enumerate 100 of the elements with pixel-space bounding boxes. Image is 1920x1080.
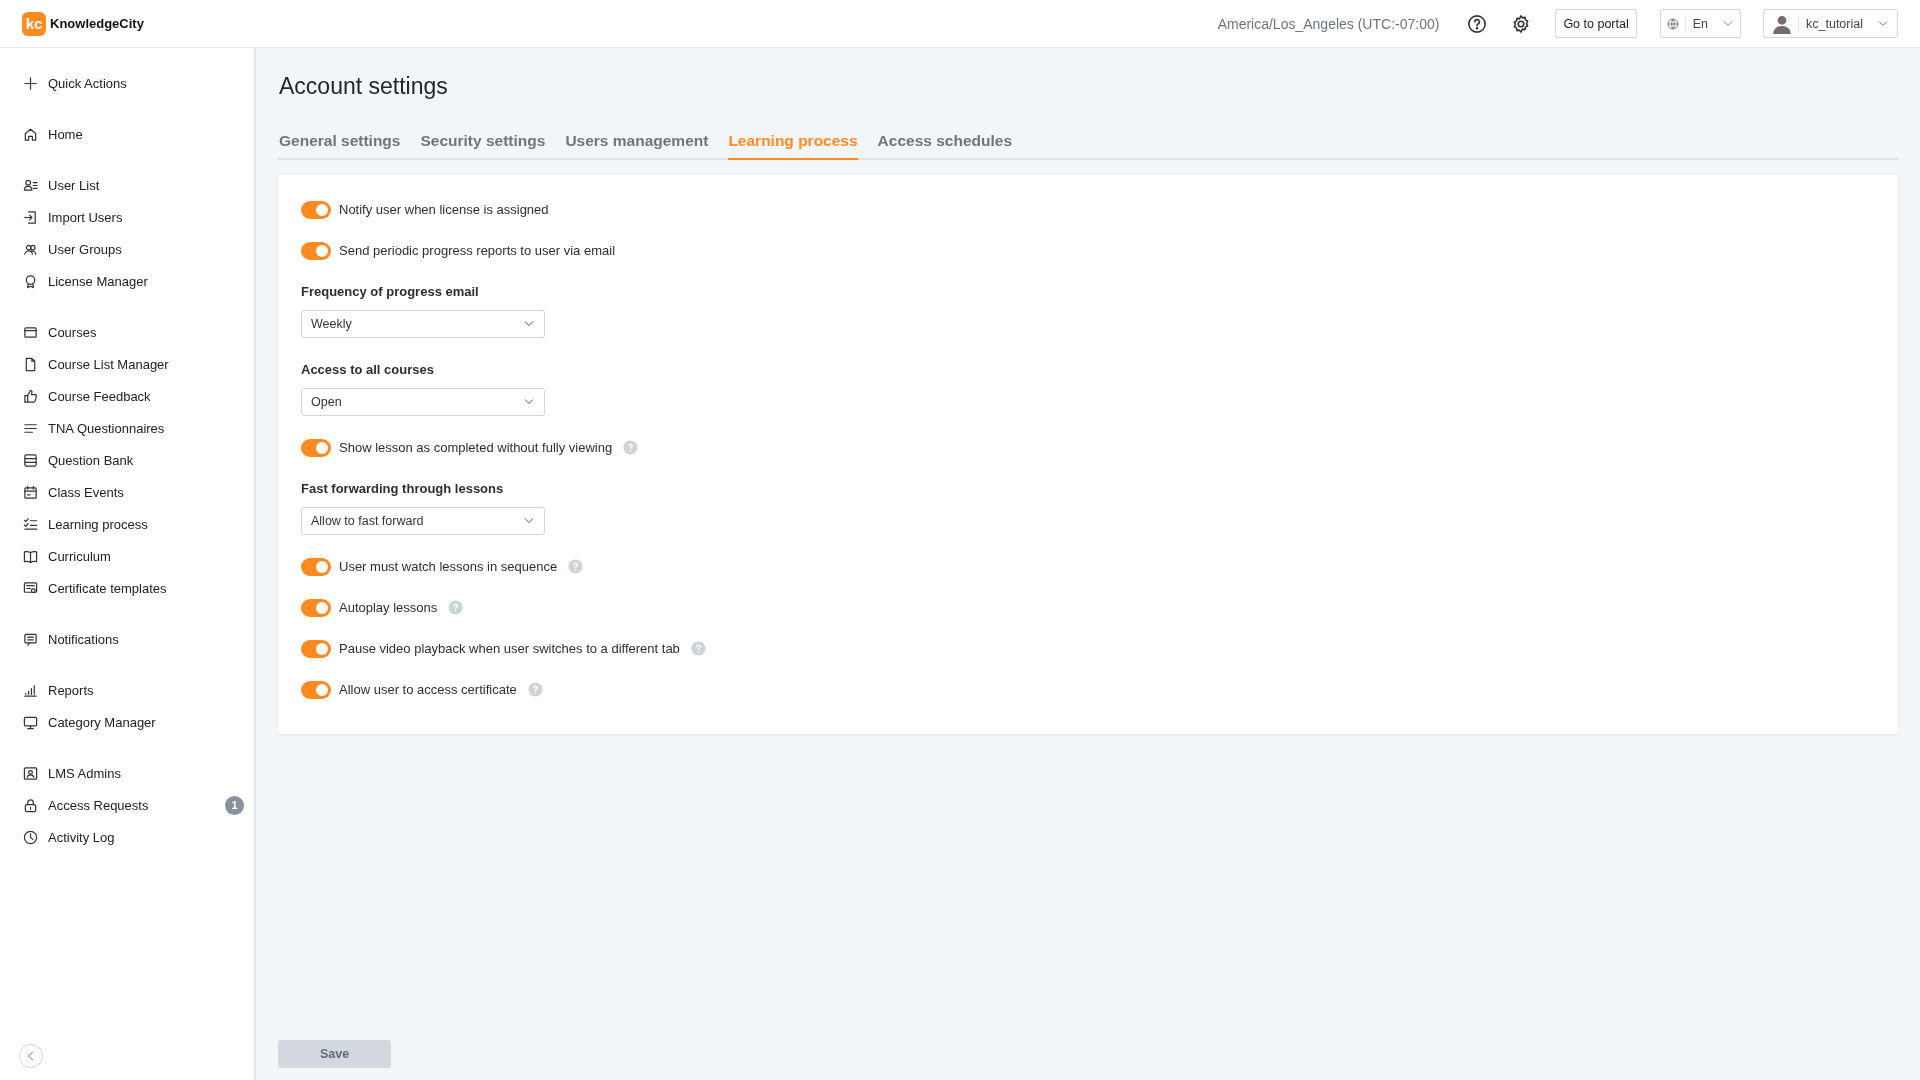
certificate-icon <box>23 580 38 596</box>
setting-label: Pause video playback when user switches to a different tab <box>339 641 680 656</box>
sidebar-item[interactable]: Class Events <box>0 476 254 508</box>
sidebar-item[interactable]: Course List Manager <box>0 348 254 380</box>
language-text: En <box>1684 16 1716 31</box>
toggle-switch[interactable] <box>301 557 331 576</box>
sidebar-item[interactable]: Learning process <box>0 508 254 540</box>
field-label: Frequency of progress email <box>301 284 480 299</box>
id-card-icon <box>23 765 38 781</box>
setting-label: User must watch lessons in sequence <box>339 559 558 574</box>
sidebar-item[interactable]: Home <box>0 118 254 150</box>
setting-label: Allow user to access certificate <box>339 682 517 697</box>
sidebar-item-label: License Manager <box>48 273 149 289</box>
clock-icon <box>23 829 38 845</box>
sidebar-item[interactable]: Notifications <box>0 623 254 655</box>
dropdown-value: Weekly <box>311 317 352 331</box>
toggle-switch[interactable] <box>301 200 331 219</box>
file-icon <box>23 356 38 372</box>
folder-icon <box>23 324 38 340</box>
setting-label: Show lesson as completed without fully viewing <box>339 440 613 455</box>
sidebar-item[interactable]: License Manager <box>0 265 254 297</box>
setting-label: Send periodic progress reports to user via email <box>339 243 616 258</box>
sidebar-item[interactable]: Certificate templates <box>0 572 254 604</box>
tab[interactable]: Access schedules <box>877 132 1013 160</box>
sidebar-item[interactable]: Activity Log <box>0 821 254 853</box>
sidebar-item[interactable]: Courses <box>0 316 254 348</box>
sidebar-item-label: Category Manager <box>48 714 157 730</box>
help-icon[interactable] <box>1467 13 1488 34</box>
user-name: kc_tutorial <box>1798 16 1871 31</box>
dropdown[interactable]: Open <box>301 388 545 416</box>
logo-mark: kc <box>22 11 46 36</box>
sidebar-item[interactable]: LMS Admins <box>0 757 254 789</box>
plus-icon <box>23 75 38 91</box>
page-title: Account settings <box>279 73 449 100</box>
sidebar-item[interactable]: Reports <box>0 674 254 706</box>
toggle-switch[interactable] <box>301 598 331 617</box>
logo-name: KnowledgeCity <box>50 16 144 31</box>
book-icon <box>23 548 38 564</box>
sidebar-item[interactable]: Category Manager <box>0 706 254 738</box>
collapse-button[interactable] <box>19 1044 43 1068</box>
sidebar-item-label: Access Requests <box>48 797 150 813</box>
sidebar-item[interactable]: Import Users <box>0 201 254 233</box>
sidebar-item[interactable]: User List <box>0 169 254 201</box>
thumbs-up-icon <box>23 388 38 404</box>
monitor-icon <box>23 714 38 730</box>
lock-icon <box>23 797 38 813</box>
dropdown[interactable]: Allow to fast forward <box>301 507 545 535</box>
user-menu[interactable]: kc_tutorial <box>1763 9 1898 38</box>
sidebar-item[interactable]: Access Requests 1 <box>0 789 254 821</box>
bar-chart-icon <box>23 682 38 698</box>
dropdown-value: Allow to fast forward <box>311 514 424 528</box>
sidebar-item[interactable]: Quick Actions <box>0 67 254 99</box>
sidebar-item-label: Courses <box>48 324 98 340</box>
toggle-switch[interactable] <box>301 241 331 260</box>
sidebar-item-label: Course List Manager <box>48 356 170 372</box>
dropdown[interactable]: Weekly <box>301 310 545 338</box>
list-box-icon <box>23 452 38 468</box>
calendar-icon <box>23 484 38 500</box>
sidebar-item-label: User Groups <box>48 241 123 257</box>
message-icon <box>23 631 38 647</box>
sidebar-item-label: TNA Questionnaires <box>48 420 166 436</box>
avatar-icon <box>1772 13 1792 34</box>
home-icon <box>23 126 38 142</box>
language-select[interactable]: En <box>1659 9 1741 38</box>
sidebar-item-label: Reports <box>48 682 95 698</box>
globe-icon <box>1666 17 1679 30</box>
sidebar-item-label: Import Users <box>48 209 124 225</box>
field-label: Fast forwarding through lessons <box>301 481 505 496</box>
toggle-switch[interactable] <box>301 639 331 658</box>
field-label: Access to all courses <box>301 362 435 377</box>
sidebar-item[interactable]: TNA Questionnaires <box>0 412 254 444</box>
setting-label: Autoplay lessons <box>339 600 438 615</box>
sidebar-item-label: Notifications <box>48 631 120 647</box>
sidebar-item-label: User List <box>48 177 101 193</box>
sidebar-item[interactable]: Question Bank <box>0 444 254 476</box>
portal-button[interactable]: Go to portal <box>1555 9 1637 38</box>
sidebar-item[interactable]: Curriculum <box>0 540 254 572</box>
dropdown-value: Open <box>311 395 342 409</box>
users-list-icon <box>23 177 38 193</box>
sidebar-item[interactable]: User Groups <box>0 233 254 265</box>
award-icon <box>23 273 38 289</box>
tab[interactable]: General settings <box>279 132 401 160</box>
sidebar-item-label: Activity Log <box>48 829 116 845</box>
tab[interactable]: Users management <box>565 132 709 160</box>
sidebar-item[interactable]: Course Feedback <box>0 380 254 412</box>
checklist-icon <box>23 516 38 532</box>
sidebar-item-label: Home <box>48 126 84 142</box>
sidebar-item-label: Curriculum <box>48 548 112 564</box>
sidebar-item-label: Class Events <box>48 484 125 500</box>
sidebar-item-label: Learning process <box>48 516 149 532</box>
toggle-switch[interactable] <box>301 680 331 699</box>
sidebar-item-label: Quick Actions <box>48 75 128 91</box>
import-icon <box>23 209 38 225</box>
toggle-switch[interactable] <box>301 438 331 457</box>
sidebar-item-label: Certificate templates <box>48 580 168 596</box>
setting-label: Notify user when license is assigned <box>339 202 549 217</box>
count-badge: 1 <box>225 795 244 815</box>
tab[interactable]: Security settings <box>420 132 546 160</box>
sidebar-item-label: Question Bank <box>48 452 135 468</box>
sidebar-item-label: LMS Admins <box>48 765 122 781</box>
